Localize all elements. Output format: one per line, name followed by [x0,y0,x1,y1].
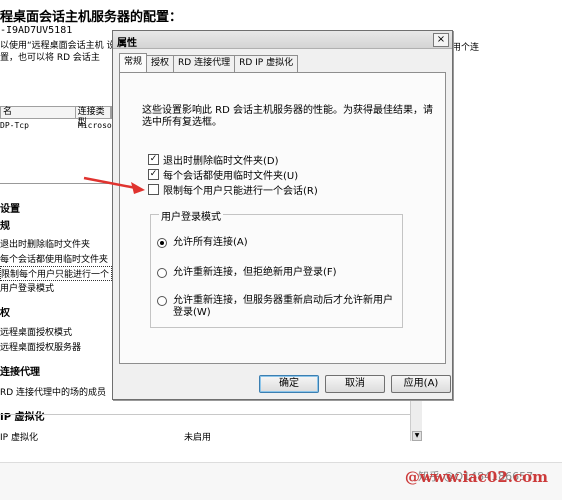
tab-panel-general: 这些设置影响此 RD 会话主机服务器的性能。为获得最佳结果，请选中所有复选框。 … [119,72,446,364]
connection-name: DP-Tcp [0,121,29,130]
checkbox-delete-temp-row[interactable]: ✓ 退出时删除临时文件夹(D) [148,152,279,167]
setting-delete-temp[interactable]: 退出时删除临时文件夹 [0,237,90,250]
checkbox-per-session-temp[interactable]: ✓ [148,169,159,180]
setting-licensing-mode[interactable]: 远程桌面授权模式 [0,325,72,338]
dialog-title: 属性 [117,38,137,49]
site-watermark: @www.iac02.com [404,468,548,486]
radio-until-restart-row[interactable]: 允许重新连接，但服务器重新启动后才允许新用户登录(W) [157,295,397,319]
checkbox-single-session-row[interactable]: 限制每个用户只能进行一个会话(R) [148,182,318,197]
checkbox-label: 每个会话都使用临时文件夹(U) [163,171,299,182]
console-description-right: 用个连 [452,43,480,53]
console-title: 程桌面会话主机服务器的配置： [0,10,183,25]
radio-label: 允许所有连接(A) [173,237,248,248]
tab-ip-virtualization[interactable]: RD IP 虚拟化 [234,55,299,72]
connection-type: Microso [78,121,112,130]
tab-licensing[interactable]: 授权 [146,55,175,72]
section-general: 规 [0,221,10,232]
section-settings: 设置 [0,204,20,215]
divider [0,183,112,184]
checkbox-label: 限制每个用户只能进行一个会话(R) [163,186,318,197]
intro-text: 这些设置影响此 RD 会话主机服务器的性能。为获得最佳结果，请选中所有复选框。 [142,105,434,128]
tab-general[interactable]: 常规 [119,53,148,72]
checkbox-single-session[interactable] [148,184,159,195]
grid-line [0,414,410,415]
section-licensing: 权 [0,308,10,319]
connections-table-header: 名 连接类型 [0,106,112,128]
logon-mode-group: 用户登录模式 允许所有连接(A) 允许重新连接，但拒绝新用户登录(F) 允许重新… [150,208,403,328]
tab-strip: 常规 授权 RD 连接代理 RD IP 虚拟化 [119,53,299,72]
table-row[interactable]: DP-Tcp Microso [0,121,112,130]
radio-allow-all-row[interactable]: 允许所有连接(A) [157,237,248,249]
setting-logon-mode[interactable]: 用户登录模式 [0,281,54,294]
console-description: 以使用“远程桌面会话主机 设置，也可以将 RD 会话主 [0,41,116,63]
column-header-name[interactable]: 名 [1,107,76,118]
radio-allow-all[interactable] [157,238,167,248]
radio-until-restart[interactable] [157,296,167,306]
checkbox-per-session-temp-row[interactable]: ✓ 每个会话都使用临时文件夹(U) [148,167,298,182]
close-button[interactable]: × [433,33,449,47]
group-title: 用户登录模式 [159,208,223,223]
radio-label: 允许重新连接，但服务器重新启动后才允许新用户登录(W) [173,295,393,318]
setting-licensing-server[interactable]: 远程桌面授权服务器 [0,340,81,353]
section-ip-virtualization: IP 虚拟化 [0,412,45,423]
setting-single-session[interactable]: 限制每个用户只能进行一个 [0,266,113,281]
apply-button[interactable]: 应用(A) [391,375,451,393]
setting-ip-virtualization-value: 未启用 [184,433,212,443]
radio-deny-new[interactable] [157,268,167,278]
setting-per-session-temp[interactable]: 每个会话都使用临时文件夹 [0,252,108,265]
setting-farm-member[interactable]: RD 连接代理中的场的成员 [0,385,106,398]
setting-ip-virtualization[interactable]: IP 虚拟化 [0,430,38,443]
checkbox-label: 退出时删除临时文件夹(D) [163,156,279,167]
properties-dialog: 属性 × 常规 授权 RD 连接代理 RD IP 虚拟化 这些设置影响此 RD … [112,30,453,400]
dialog-titlebar[interactable]: 属性 × [113,31,452,49]
checkbox-delete-temp[interactable]: ✓ [148,154,159,165]
cancel-button[interactable]: 取消 [325,375,385,393]
radio-label: 允许重新连接，但拒绝新用户登录(F) [173,267,337,278]
radio-deny-new-row[interactable]: 允许重新连接，但拒绝新用户登录(F) [157,267,337,279]
section-connection-broker: 连接代理 [0,367,40,378]
server-name: -I9AD7UV5181 [0,25,73,36]
tab-connection-broker[interactable]: RD 连接代理 [173,55,236,72]
scroll-down-icon[interactable]: ▼ [412,431,422,441]
column-header-type[interactable]: 连接类型 [76,107,111,128]
ok-button[interactable]: 确定 [259,375,319,393]
